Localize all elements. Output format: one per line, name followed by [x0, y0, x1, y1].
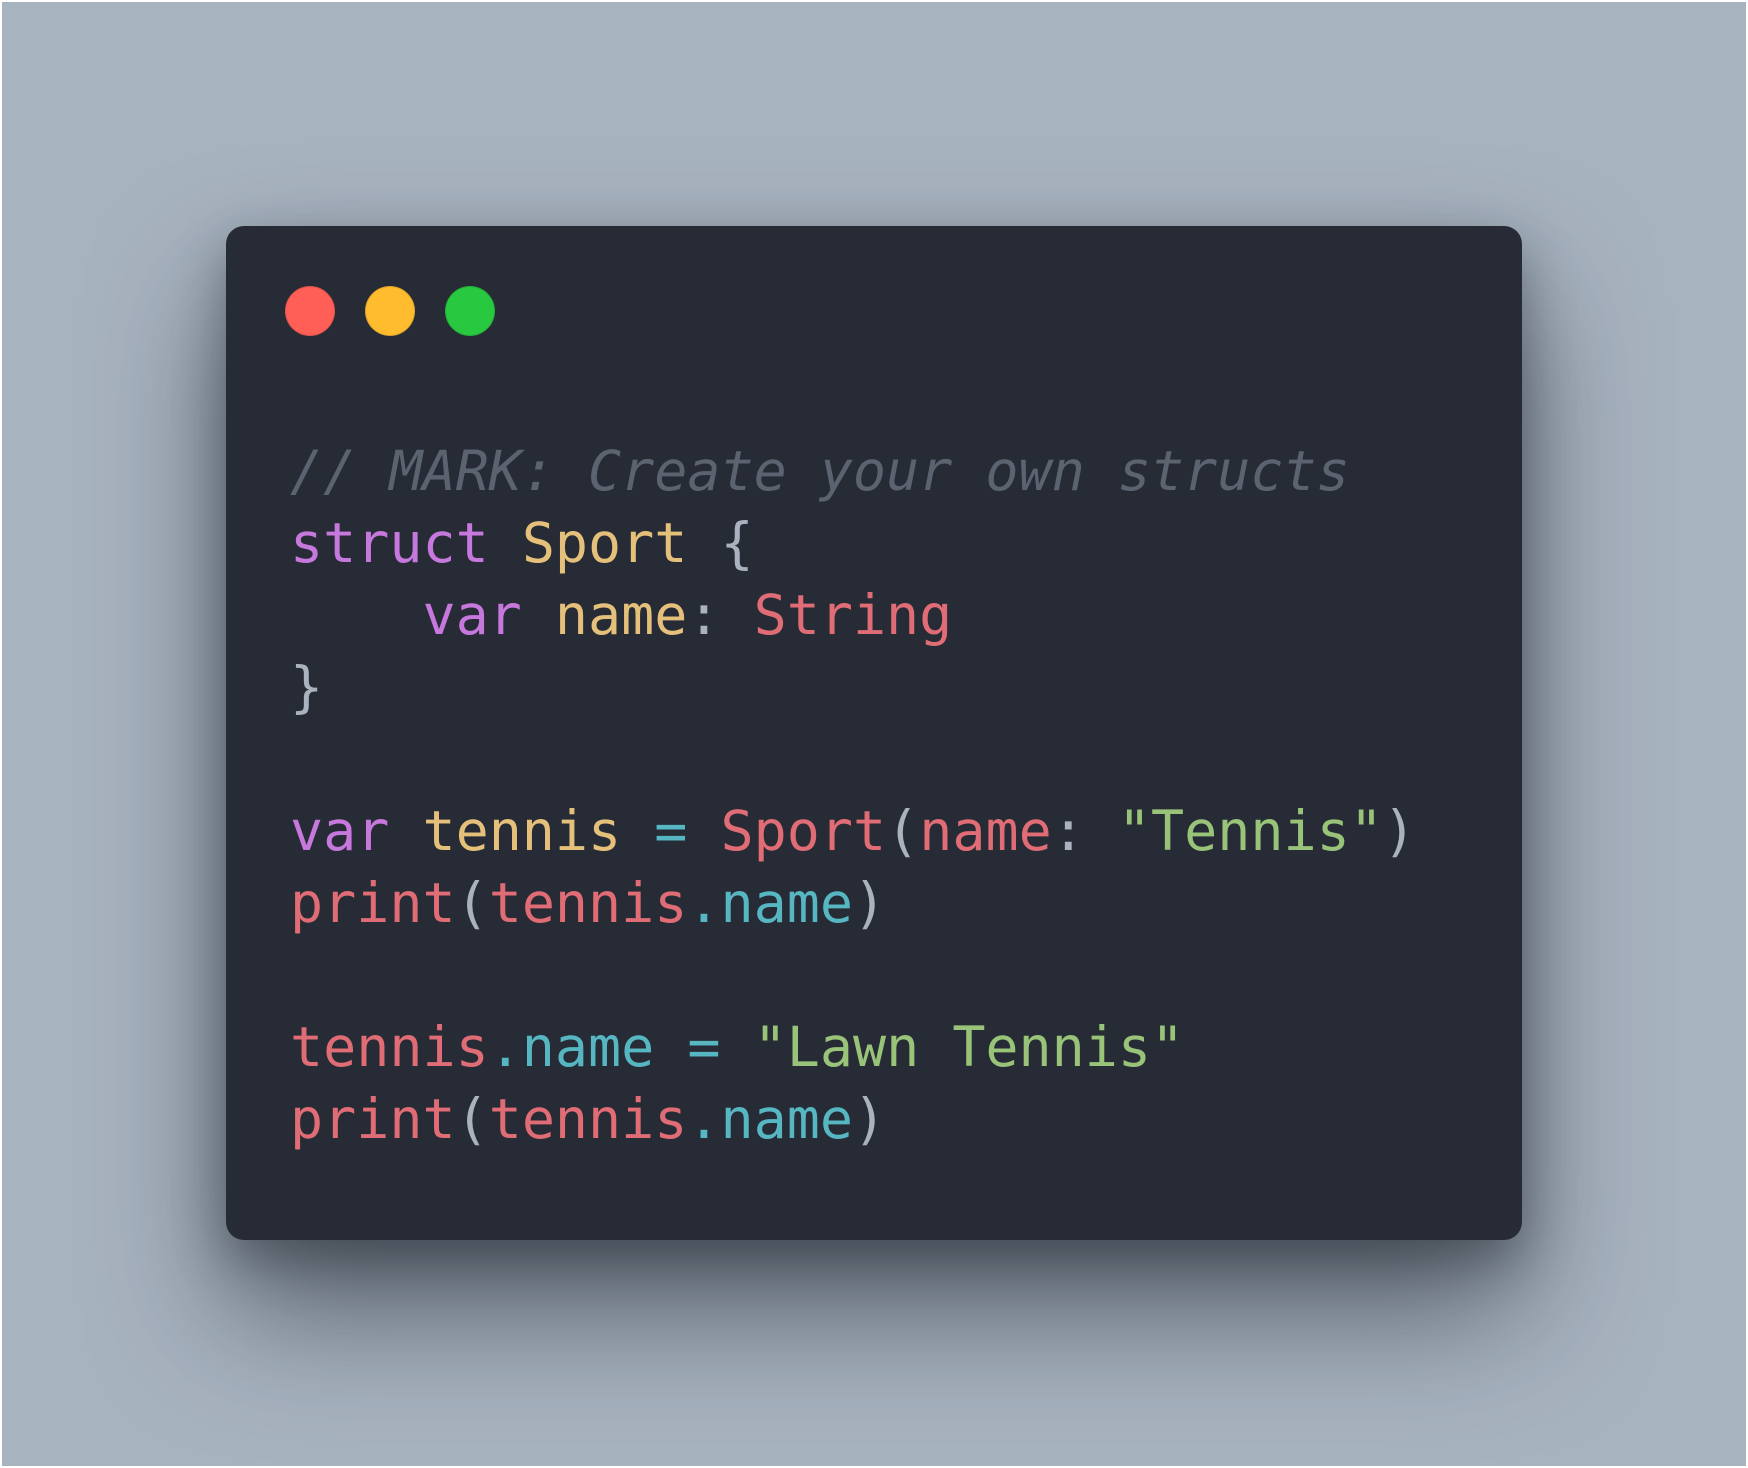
code-token-property: = — [687, 1015, 721, 1079]
code-token-keyword: var — [422, 583, 522, 647]
code-token-comment: // MARK: Create your own structs — [290, 439, 1350, 503]
code-window: // MARK: Create your own structs struct S… — [226, 226, 1522, 1240]
code-token-property: .name — [488, 1015, 655, 1079]
code-token-punctuation — [389, 799, 422, 863]
code-line: var name: String — [290, 579, 1416, 651]
code-token-punctuation: { — [687, 511, 754, 575]
code-token-identifier: print — [290, 871, 456, 935]
code-line: var tennis = Sport(name: "Tennis") — [290, 795, 1416, 867]
code-line: } — [290, 651, 1416, 723]
close-dot-icon[interactable] — [285, 286, 335, 336]
code-line: // MARK: Create your own structs — [290, 435, 1416, 507]
code-line: print(tennis.name) — [290, 1083, 1416, 1155]
code-token-identifier: Sport — [720, 799, 887, 863]
code-token-identifier: tennis — [290, 1015, 489, 1079]
code-token-punctuation: ) — [852, 1087, 887, 1151]
code-token-property: .name — [687, 1087, 853, 1151]
code-token-type-name: name — [554, 583, 688, 647]
code-token-string: "Tennis" — [1117, 799, 1383, 863]
code-token-punctuation: } — [290, 655, 324, 719]
code-token-punctuation: ) — [852, 871, 887, 935]
code-token-punctuation — [290, 583, 422, 647]
zoom-dot-icon[interactable] — [445, 286, 495, 336]
code-line: print(tennis.name) — [290, 867, 1416, 939]
code-token-string: "Lawn Tennis" — [753, 1015, 1185, 1079]
code-token-punctuation: ( — [886, 799, 920, 863]
code-token-punctuation: ( — [455, 871, 489, 935]
code-block: // MARK: Create your own structs struct S… — [290, 435, 1416, 1155]
code-token-keyword: struct — [290, 511, 489, 575]
code-token-punctuation — [687, 799, 720, 863]
code-token-punctuation — [489, 511, 522, 575]
code-token-punctuation: ( — [455, 1087, 489, 1151]
code-token-identifier: print — [290, 1087, 456, 1151]
code-token-identifier: String — [753, 583, 953, 647]
code-token-keyword: var — [290, 799, 390, 863]
code-token-punctuation — [654, 1015, 687, 1079]
code-line: struct Sport { — [290, 507, 1416, 579]
code-token-punctuation — [522, 583, 555, 647]
code-token-punctuation: : — [1051, 799, 1118, 863]
code-token-type-name: Sport — [521, 511, 688, 575]
code-token-property: .name — [687, 871, 853, 935]
code-token-identifier: tennis — [488, 871, 688, 935]
code-token-punctuation — [721, 1015, 754, 1079]
code-token-punctuation: : — [687, 583, 754, 647]
code-token-punctuation: ) — [1382, 799, 1416, 863]
code-token-identifier: tennis — [488, 1087, 688, 1151]
code-token-identifier: name — [919, 799, 1052, 863]
code-line: tennis.name = "Lawn Tennis" — [290, 1011, 1416, 1083]
code-token-punctuation — [621, 799, 654, 863]
code-token-type-name: tennis — [422, 799, 622, 863]
code-token-property: = — [654, 799, 688, 863]
minimize-dot-icon[interactable] — [365, 286, 415, 336]
